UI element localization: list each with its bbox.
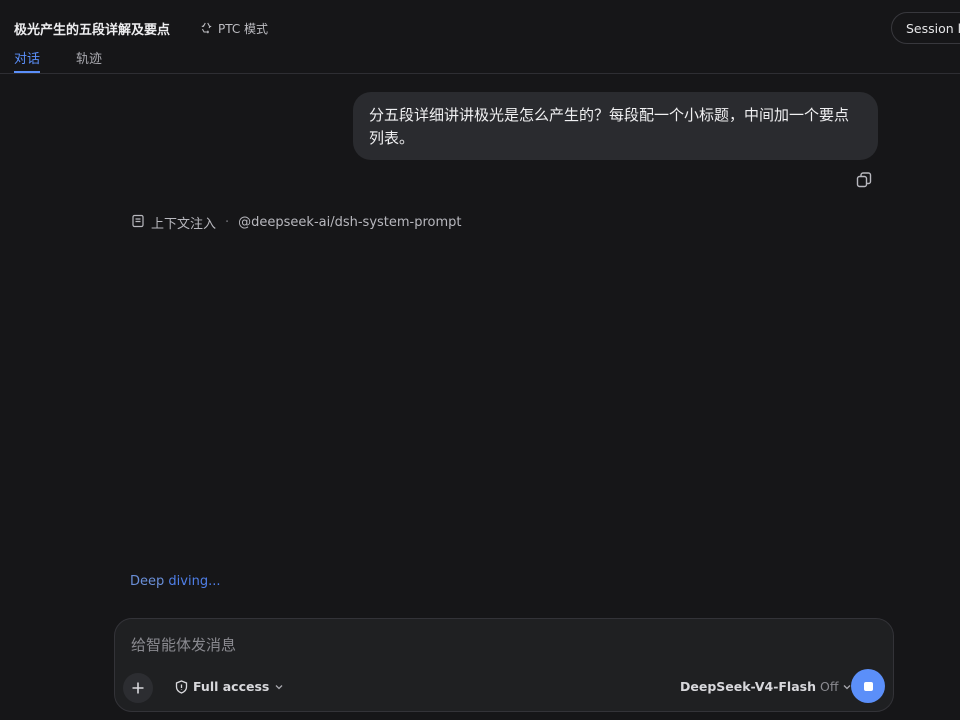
session-button[interactable]: Session lo: [891, 12, 960, 44]
context-source: @deepseek-ai/dsh-system-prompt: [238, 215, 462, 230]
document-icon: [131, 214, 145, 232]
model-mode-off: Off: [820, 679, 839, 694]
top-header: 极光产生的五段详解及要点 PTC 模式 Session lo 对话 轨迹: [0, 0, 960, 74]
context-label: 上下文注入: [151, 217, 217, 232]
stop-icon: [863, 681, 873, 691]
chevron-down-icon: [275, 684, 283, 689]
plus-icon: [132, 682, 144, 694]
message-input[interactable]: [131, 633, 871, 657]
context-separator: ·: [225, 215, 230, 230]
page-title: 极光产生的五段详解及要点: [14, 23, 171, 38]
copy-icon[interactable]: [855, 171, 873, 189]
add-button[interactable]: [123, 673, 153, 703]
context-injection-row[interactable]: 上下文注入 · @deepseek-ai/dsh-system-prompt: [131, 213, 462, 232]
access-label: Full access: [193, 679, 270, 694]
recycle-icon: [200, 21, 213, 37]
active-tab-indicator: [14, 71, 40, 73]
tab-chat[interactable]: 对话: [14, 48, 40, 67]
status-word-deep: Deep: [130, 574, 165, 589]
access-level-dropdown[interactable]: Full access: [175, 679, 284, 694]
shield-icon: [175, 679, 188, 694]
message-composer: Full access DeepSeek-V4-Flash Off: [114, 618, 894, 712]
model-selector[interactable]: DeepSeek-V4-Flash Off: [680, 679, 852, 694]
status-word-diving: diving...: [168, 574, 221, 589]
mode-label: PTC 模式: [218, 22, 269, 36]
stop-generation-button[interactable]: [851, 669, 885, 703]
tab-trajectory[interactable]: 轨迹: [76, 48, 102, 67]
user-message-bubble: 分五段详细讲讲极光是怎么产生的？每段配一个小标题，中间加一个要点列表。: [353, 92, 878, 160]
mode-indicator[interactable]: PTC 模式: [200, 20, 268, 37]
thinking-status: Deep diving...: [130, 574, 220, 589]
model-label: DeepSeek-V4-Flash: [680, 679, 816, 694]
